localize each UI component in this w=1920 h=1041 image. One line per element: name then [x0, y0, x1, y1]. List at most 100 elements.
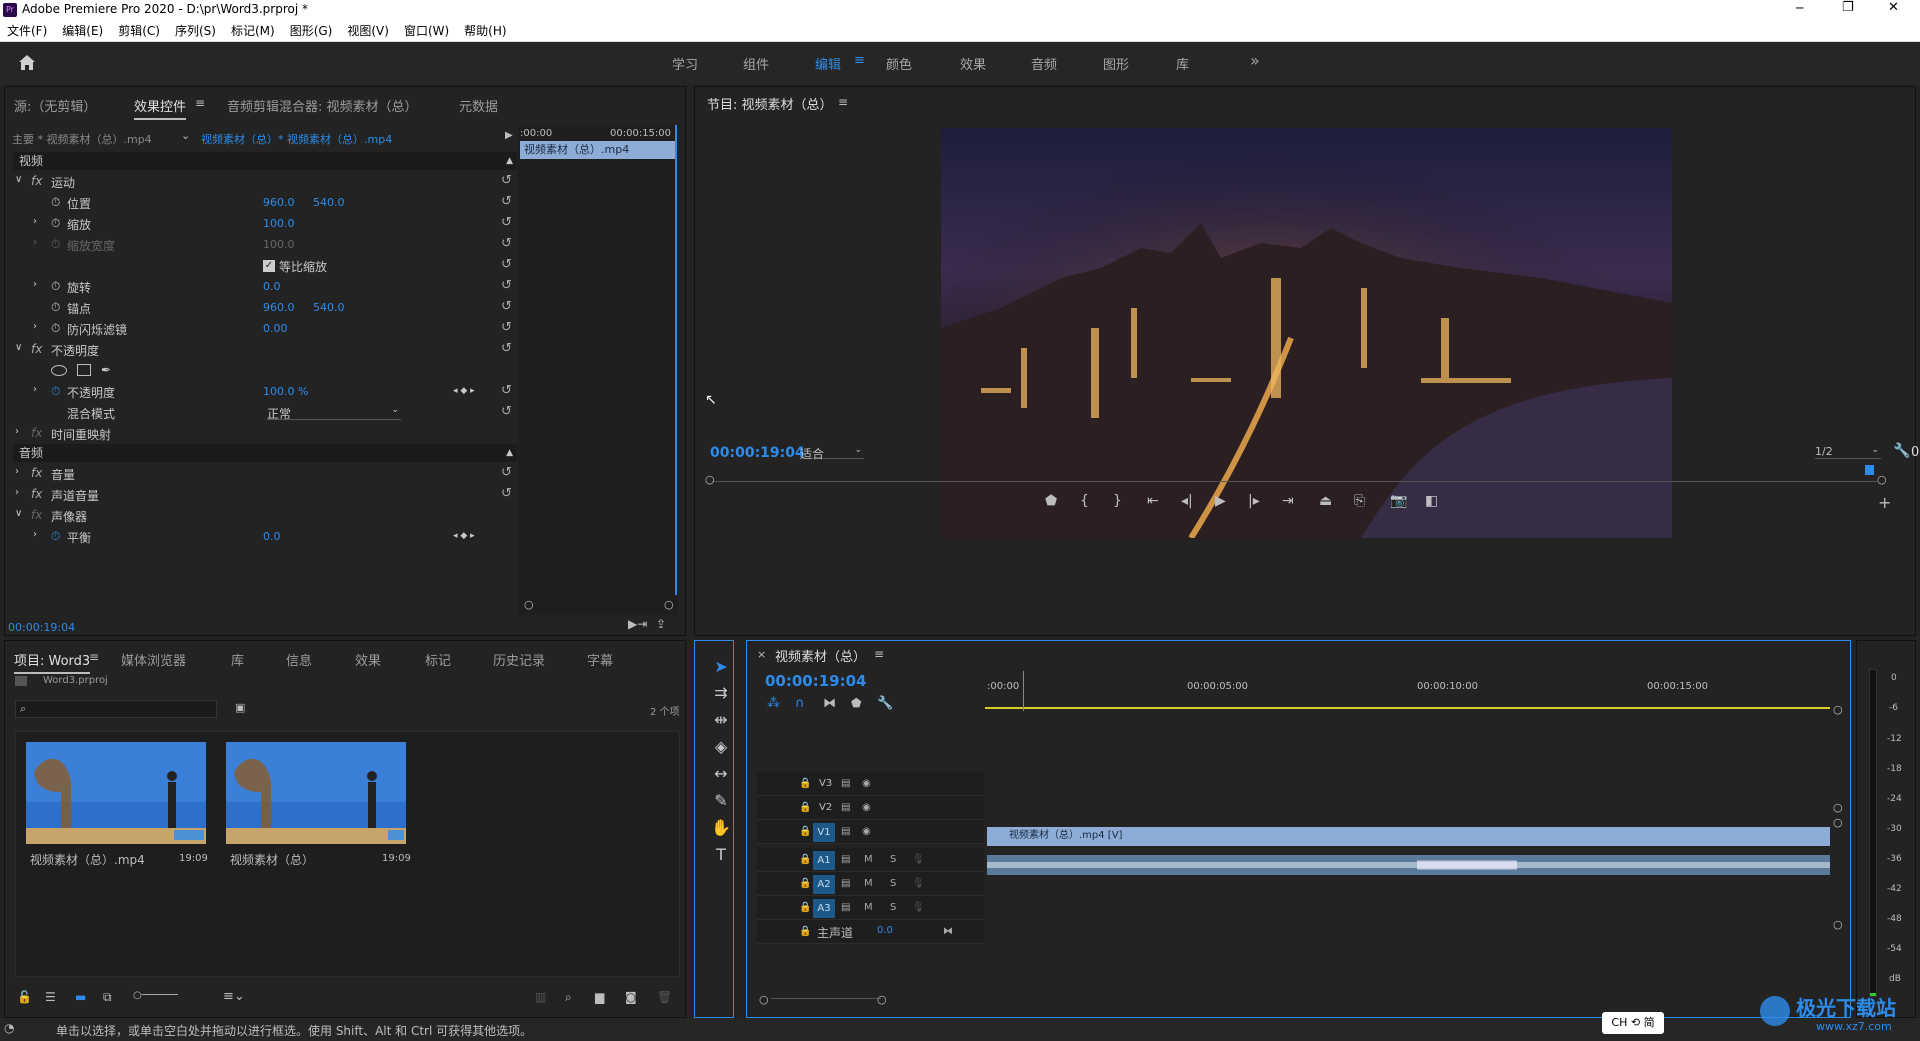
reset-icon[interactable]: ↺ — [501, 341, 512, 356]
mark-out-icon[interactable]: } — [1113, 493, 1122, 509]
lift-icon[interactable]: ⏏ — [1319, 493, 1332, 509]
hscroll-left[interactable]: ○ — [759, 993, 769, 1006]
menu-view[interactable]: 视图(V) — [347, 20, 389, 42]
slip-tool-icon[interactable]: ↔ — [710, 764, 732, 786]
reset-icon[interactable]: ↺ — [501, 383, 512, 398]
vscroll-bottom[interactable]: ○ — [1833, 918, 1843, 931]
hand-tool-icon[interactable]: ✋ — [710, 818, 732, 840]
checkbox-checked-icon[interactable]: ✓ — [263, 260, 275, 272]
ws-tab-learn[interactable]: 学习 — [672, 54, 698, 73]
blend-mode-row[interactable]: 混合模式 正常 ⌄ ↺ — [13, 402, 517, 423]
nest-icon[interactable]: ⁂ — [767, 696, 780, 711]
new-item-icon[interactable]: ◙ — [625, 990, 637, 1004]
rotation-row[interactable]: › ⏱ 旋转 0.0 ↺ — [13, 276, 517, 297]
project-search-input[interactable]: ⌕ — [15, 700, 217, 718]
scrub-end-handle[interactable]: ○ — [1877, 473, 1887, 486]
keyframe-nav-icon[interactable]: ◂ ◆ ▸ — [453, 531, 475, 541]
reset-icon[interactable]: ↺ — [501, 173, 512, 188]
scrub-start-handle[interactable]: ○ — [705, 473, 715, 486]
ec-playhead[interactable] — [675, 125, 677, 595]
hscroll-bar[interactable] — [771, 998, 881, 999]
go-to-in-icon[interactable]: ⇤ — [1147, 493, 1159, 509]
menu-clip[interactable]: 剪辑(C) — [118, 20, 160, 42]
reset-icon[interactable]: ↺ — [501, 486, 512, 501]
tab-effect-controls[interactable]: 效果控件 — [134, 96, 187, 120]
play-icon[interactable]: ▶ — [1215, 493, 1226, 509]
menu-marker[interactable]: 标记(M) — [231, 20, 275, 42]
project-item[interactable]: 视频素材（总） 19:09 — [222, 738, 412, 878]
selection-tool-icon[interactable]: ➤ — [710, 657, 732, 679]
sort-icon[interactable]: ≡⌄ — [223, 989, 245, 1004]
chevron-down-icon[interactable]: ⌄ — [181, 129, 190, 142]
uniform-scale-row[interactable]: ✓ 等比缩放 ↺ — [13, 255, 517, 276]
ws-tab-graphics[interactable]: 图形 — [1103, 54, 1129, 73]
tab-history[interactable]: 历史记录 — [493, 650, 545, 669]
clip-label[interactable]: 视频素材（总）* 视频素材（总）.mp4 — [201, 131, 392, 147]
ws-tab-assembly[interactable]: 组件 — [743, 54, 769, 73]
timeline-playhead[interactable] — [1023, 671, 1024, 711]
vscroll-top[interactable]: ○ — [1833, 703, 1843, 716]
tab-libraries[interactable]: 库 — [231, 650, 244, 669]
reset-icon[interactable]: ↺ — [501, 299, 512, 314]
timeline-ruler[interactable]: :00:00 00:00:05:00 00:00:10:00 00:00:15:… — [985, 677, 1830, 709]
home-icon[interactable] — [18, 54, 36, 71]
track-header-v3[interactable]: 🔒 V3 ▤ ◉ — [757, 772, 984, 796]
icon-view-icon[interactable]: ▬ — [75, 990, 86, 1004]
tab-project[interactable]: 项目: Word3 — [14, 650, 91, 674]
type-tool-icon[interactable]: T — [710, 845, 732, 867]
reset-icon[interactable]: ↺ — [501, 236, 512, 251]
panner-row[interactable]: ∨ fx 声像器 — [13, 505, 517, 526]
close-button[interactable]: ✕ — [1888, 0, 1899, 15]
menu-help[interactable]: 帮助(H) — [464, 20, 506, 42]
tab-markers[interactable]: 标记 — [425, 650, 451, 669]
tab-effects[interactable]: 效果 — [355, 650, 381, 669]
motion-row[interactable]: ∨ fx 运动 ↺ — [13, 171, 517, 192]
compare-view-icon[interactable]: ◧ — [1425, 493, 1438, 509]
razor-tool-icon[interactable]: ◈ — [710, 737, 732, 759]
settings-wrench-icon[interactable]: 🔧 — [1893, 443, 1910, 459]
snap-icon[interactable]: ∩ — [795, 696, 805, 711]
play-only-icon[interactable]: ▶ — [505, 130, 513, 141]
position-row[interactable]: ⏱ 位置 960.0 540.0 ↺ — [13, 192, 517, 213]
anchor-row[interactable]: ⏱ 锚点 960.0 540.0 ↺ — [13, 297, 517, 318]
timeline-tab[interactable]: 视频素材（总） — [775, 646, 866, 665]
v1-clip[interactable]: 视频素材（总）.mp4 [V] — [987, 827, 1830, 846]
ws-more-icon[interactable]: » — [1250, 51, 1260, 70]
automate-icon[interactable]: ▥ — [535, 990, 546, 1004]
ec-timeline[interactable]: :00:00 00:00:15:00 视频素材（总）.mp4 ○ ○ — [518, 125, 678, 615]
fit-select[interactable]: 适合 ⌄ — [800, 445, 864, 461]
ec-current-time[interactable]: 00:00:19:04 — [8, 621, 75, 634]
solo-button[interactable]: S — [890, 854, 896, 865]
video-frame[interactable] — [941, 128, 1672, 538]
export-frame-icon[interactable]: 📷 — [1390, 493, 1407, 509]
program-scrub-bar[interactable] — [712, 481, 1877, 482]
ws-menu-icon[interactable]: ≡ — [854, 53, 865, 68]
track-select-tool-icon[interactable]: ⇉ — [710, 683, 732, 705]
panel-menu-icon[interactable]: ≡ — [89, 650, 99, 664]
resolution-select[interactable]: 1/2 ⌄ — [1815, 445, 1881, 459]
track-header-a3[interactable]: 🔒 A3 ▤ M S 🎙 — [757, 896, 984, 920]
antiflicker-row[interactable]: › ⏱ 防闪烁滤镜 0.00 ↺ — [13, 318, 517, 339]
blend-mode-select[interactable]: 正常 ⌄ — [267, 405, 401, 421]
ws-tab-color[interactable]: 颜色 — [886, 54, 912, 73]
ime-indicator[interactable]: CH ⟲ 简 — [1602, 1012, 1664, 1034]
master-clip-label[interactable]: 主要 * 视频素材（总）.mp4 — [12, 131, 152, 147]
vscroll-mid[interactable]: ○ — [1833, 801, 1843, 814]
add-marker-icon[interactable]: ⬟ — [851, 696, 861, 710]
ripple-edit-tool-icon[interactable]: ⇹ — [710, 710, 732, 732]
menu-sequence[interactable]: 序列(S) — [175, 20, 216, 42]
opacity-row[interactable]: › ⏱ 不透明度 100.0 % ◂ ◆ ▸ ↺ — [13, 381, 517, 402]
tab-audio-mixer[interactable]: 音频剪辑混合器: 视频素材（总） — [227, 96, 418, 115]
reset-icon[interactable]: ↺ — [501, 194, 512, 209]
ws-tab-audio[interactable]: 音频 — [1031, 54, 1057, 73]
timeline-settings-icon[interactable]: 🔧 — [877, 696, 893, 711]
hscroll-right[interactable]: ○ — [877, 993, 887, 1006]
track-header-a2[interactable]: 🔒 A2 ▤ M S 🎙 — [757, 872, 984, 896]
program-timecode[interactable]: 00:00:19:04 — [710, 445, 805, 461]
menu-graphics[interactable]: 图形(G) — [290, 20, 333, 42]
project-item[interactable]: 视频素材（总）.mp4 19:09 — [22, 738, 212, 878]
track-header-a1[interactable]: 🔒 A1 ▤ M S 🎙 — [757, 848, 984, 872]
time-remap-row[interactable]: › fx 时间重映射 — [13, 423, 517, 444]
pen-tool-icon[interactable]: ✎ — [710, 791, 732, 813]
ws-tab-editing[interactable]: 编辑 — [815, 54, 841, 73]
